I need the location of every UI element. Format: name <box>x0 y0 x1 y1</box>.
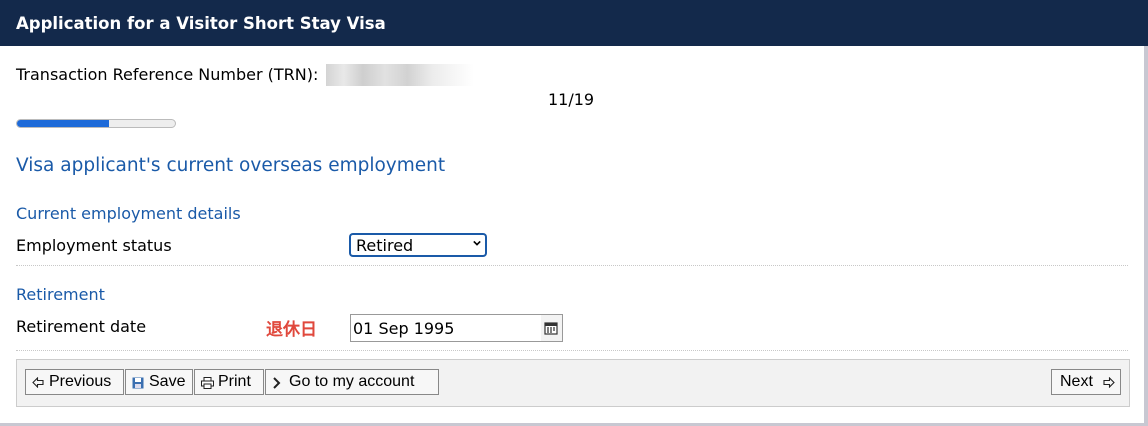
chevron-right-icon <box>273 377 281 389</box>
print-label: Print <box>218 373 251 390</box>
go-to-account-button[interactable]: Go to my account <box>265 369 439 395</box>
retirement-date-input[interactable]: 01 Sep 1995 <box>350 314 542 342</box>
calendar-button[interactable] <box>541 314 563 342</box>
arrow-left-icon <box>32 377 44 388</box>
printer-icon <box>201 377 214 389</box>
trn-value-redacted <box>326 64 474 86</box>
print-button[interactable]: Print <box>194 369 264 395</box>
progress-bar <box>16 119 176 128</box>
previous-button[interactable]: Previous <box>25 369 124 395</box>
title-bar: Application for a Visitor Short Stay Vis… <box>0 0 1148 46</box>
previous-label: Previous <box>49 373 112 390</box>
right-border <box>1144 46 1148 426</box>
employment-status-select[interactable]: Retired <box>350 234 486 256</box>
retirement-section-title: Retirement <box>16 285 105 304</box>
retirement-annotation: 退休日 <box>266 320 317 340</box>
page-title: Application for a Visitor Short Stay Vis… <box>16 14 386 33</box>
retirement-date-label: Retirement date <box>16 317 147 336</box>
page-counter: 11/19 <box>548 90 595 109</box>
employment-status-label: Employment status <box>16 236 172 255</box>
save-button[interactable]: Save <box>125 369 193 395</box>
floppy-disk-icon <box>132 377 144 389</box>
trn-label: Transaction Reference Number (TRN): <box>16 65 319 84</box>
retirement-date-value: 01 Sep 1995 <box>353 319 455 338</box>
account-label: Go to my account <box>289 373 415 390</box>
save-label: Save <box>149 373 186 390</box>
chevron-down-icon <box>473 240 481 246</box>
divider <box>16 265 1128 266</box>
nav-toolbar: Previous Save Print Go to my account Nex… <box>16 359 1130 407</box>
next-button[interactable]: Next <box>1051 369 1121 395</box>
calendar-icon <box>544 322 558 335</box>
section-heading: Visa applicant's current overseas employ… <box>16 155 446 176</box>
arrow-right-icon <box>1103 377 1115 388</box>
divider <box>16 350 1128 351</box>
progress-fill <box>17 120 109 127</box>
employment-status-value: Retired <box>356 236 414 255</box>
next-label: Next <box>1060 373 1093 390</box>
employment-section-title: Current employment details <box>16 204 241 223</box>
